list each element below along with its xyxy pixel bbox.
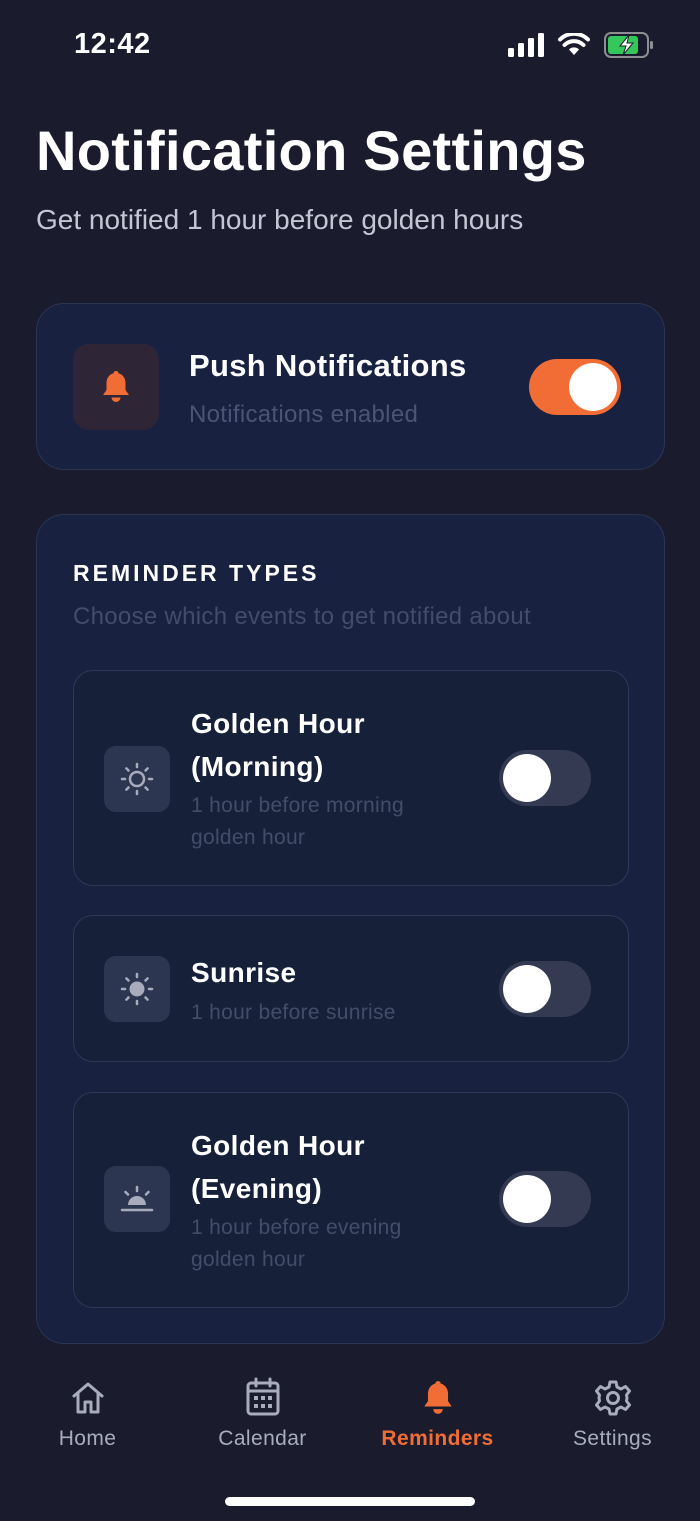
nav-item-settings[interactable]: Settings <box>525 1365 700 1451</box>
sun-icon <box>120 972 154 1006</box>
reminder-title: Sunrise <box>191 957 297 988</box>
nav-label: Home <box>58 1427 117 1450</box>
push-icon-container <box>73 344 159 430</box>
home-indicator[interactable] <box>225 1497 475 1506</box>
toggle-knob <box>503 1175 551 1223</box>
reminder-title: Golden Hour (Morning) <box>191 708 365 782</box>
reminder-icon-container <box>104 1166 170 1232</box>
reminder-item-golden-hour-morning[interactable]: Golden Hour (Morning) 1 hour before morn… <box>73 670 629 886</box>
push-notifications-card: Push Notifications Notifications enabled <box>36 303 665 470</box>
nav-label: Settings <box>572 1427 653 1450</box>
toggle-knob <box>569 363 617 411</box>
push-notifications-status: Notifications enabled <box>189 401 419 428</box>
reminder-item-golden-hour-evening[interactable]: Golden Hour (Evening) 1 hour before even… <box>73 1092 629 1308</box>
reminder-item-sunrise[interactable]: Sunrise 1 hour before sunrise <box>73 915 629 1062</box>
notification-settings-screen: 12:42 Notification Settings Get notified… <box>0 0 700 1521</box>
bell-icon <box>423 1381 452 1414</box>
status-icons <box>508 32 654 58</box>
calendar-icon <box>246 1377 279 1416</box>
nav-item-home[interactable]: Home <box>0 1365 175 1451</box>
page-subtitle: Get notified 1 hour before golden hours <box>36 204 524 235</box>
reminder-icon-container <box>104 746 170 812</box>
sunrise-toggle[interactable] <box>499 961 591 1017</box>
page-title: Notification Settings <box>36 119 587 182</box>
bell-icon <box>103 371 129 402</box>
reminder-subtitle: 1 hour before sunrise <box>191 1001 396 1024</box>
section-subtitle: Choose which events to get notified abou… <box>73 603 531 630</box>
golden-hour-evening-toggle[interactable] <box>499 1171 591 1227</box>
status-bar: 12:42 <box>0 0 700 90</box>
cellular-signal-icon <box>508 33 544 57</box>
home-icon <box>72 1382 103 1414</box>
gear-icon <box>594 1380 631 1416</box>
nav-label: Calendar <box>218 1427 307 1450</box>
toggle-knob <box>503 965 551 1013</box>
sun-outline-icon <box>120 762 154 796</box>
toggle-knob <box>503 754 551 802</box>
sunset-icon <box>120 1185 154 1212</box>
reminder-types-card: REMINDER TYPES Choose which events to ge… <box>36 514 665 1344</box>
wifi-icon <box>558 33 590 55</box>
bottom-nav: Home Calendar Reminders Settings <box>0 1365 700 1475</box>
status-time: 12:42 <box>74 28 151 60</box>
battery-charging-icon <box>604 32 653 58</box>
push-notifications-toggle[interactable] <box>529 359 621 415</box>
nav-label: Reminders <box>381 1427 494 1450</box>
reminder-icon-container <box>104 956 170 1022</box>
section-title: REMINDER TYPES <box>73 560 320 586</box>
nav-item-reminders[interactable]: Reminders <box>350 1365 525 1451</box>
reminder-subtitle: 1 hour before evening golden hour <box>191 1216 402 1271</box>
nav-item-calendar[interactable]: Calendar <box>175 1365 350 1451</box>
push-notifications-title: Push Notifications <box>189 348 467 383</box>
reminder-title: Golden Hour (Evening) <box>191 1130 365 1204</box>
golden-hour-morning-toggle[interactable] <box>499 750 591 806</box>
reminder-subtitle: 1 hour before morning golden hour <box>191 794 404 849</box>
